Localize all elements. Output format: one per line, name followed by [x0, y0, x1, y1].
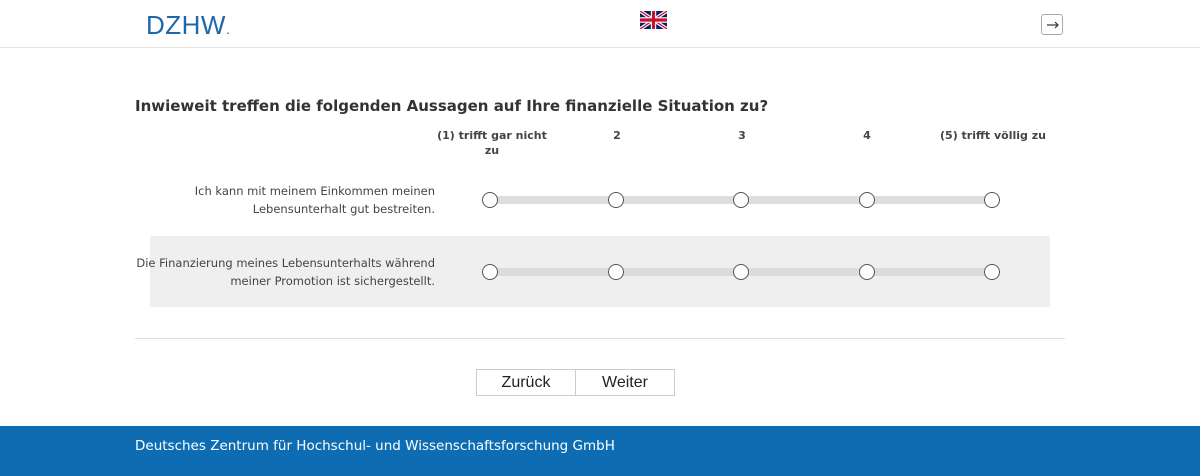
logout-icon: [1047, 21, 1059, 29]
scale-header-3: 3: [738, 129, 746, 142]
scale-header-5: (5) trifft völlig zu: [940, 129, 1046, 142]
row-label-2: Die Finanzierung meines Lebensunterhalts…: [136, 255, 435, 288]
radio-row1-option1[interactable]: [482, 192, 498, 208]
radio-row1-option3[interactable]: [733, 192, 749, 208]
radio-row2-option4[interactable]: [859, 264, 875, 280]
next-button[interactable]: Weiter: [575, 369, 675, 396]
question-row-1: Ich kann mit meinem Einkommen meinen Leb…: [150, 164, 1050, 235]
back-button[interactable]: Zurück: [476, 369, 576, 396]
radio-row2-option1[interactable]: [482, 264, 498, 280]
question-title: Inwieweit treffen die folgenden Aussagen…: [135, 97, 769, 115]
dzhw-logo: DZHW.: [146, 10, 231, 40]
divider: [135, 338, 1065, 339]
top-bar: DZHW.: [0, 0, 1200, 48]
radio-row1-option5[interactable]: [984, 192, 1000, 208]
radio-row1-option4[interactable]: [859, 192, 875, 208]
scale-header-1: (1) trifft gar nicht zu: [437, 129, 547, 157]
radio-row1-option2[interactable]: [608, 192, 624, 208]
logout-button[interactable]: [1041, 14, 1063, 35]
footer-text: Deutsches Zentrum für Hochschul- und Wis…: [135, 438, 615, 454]
uk-flag-icon[interactable]: [639, 9, 668, 31]
radio-row2-option3[interactable]: [733, 264, 749, 280]
footer: Deutsches Zentrum für Hochschul- und Wis…: [0, 426, 1200, 476]
question-row-2: Die Finanzierung meines Lebensunterhalts…: [136, 236, 1050, 307]
radio-row2-option2[interactable]: [608, 264, 624, 280]
scale-header-2: 2: [613, 129, 621, 142]
radio-row2-option5[interactable]: [984, 264, 1000, 280]
row-label-1: Ich kann mit meinem Einkommen meinen Leb…: [194, 183, 435, 216]
scale-header-4: 4: [863, 129, 871, 142]
